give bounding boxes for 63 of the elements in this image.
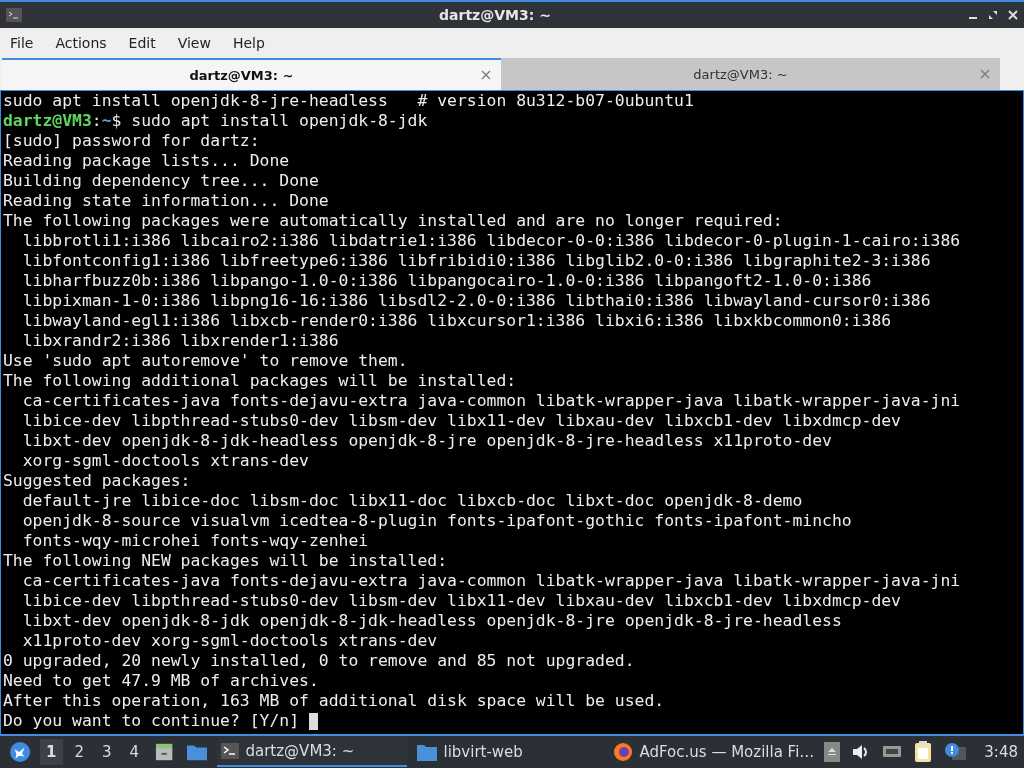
terminal-line: ca-certificates-java fonts-dejavu-extra java-common libatk-wrapper-java libatk-wrapper-java-jni	[21, 571, 962, 591]
terminal-line: [sudo] password for dartz:	[3, 131, 261, 151]
terminal-line: openjdk-8-source visualvm icedtea-8-plugin fonts-ipafont-gothic fonts-ipafont-mincho	[21, 511, 853, 531]
terminal-line: Reading package lists... Done	[3, 151, 291, 171]
terminal-line: libharfbuzz0b:i386 libpango-1.0-0:i386 libpangocairo-1.0-0:i386 libpangoft2-1.0-0:i386	[21, 271, 873, 291]
folder-icon	[417, 743, 438, 761]
terminal-line: libxt-dev openjdk-8-jdk-headless openjdk-8-jre openjdk-8-jre-headless x11proto-dev	[21, 431, 833, 451]
terminal-line: After this operation, 163 MB of additional disk space will be used.	[3, 691, 666, 711]
terminal-line: libice-dev libpthread-stubs0-dev libsm-dev libx11-dev libxau-dev libxcb1-dev libxdmcp-dev	[21, 591, 902, 611]
terminal-line: ca-certificates-java fonts-dejavu-extra java-common libatk-wrapper-java libatk-wrapper-java-jni	[21, 391, 962, 411]
terminal-line: The following packages were automatically installed and are no longer required:	[3, 211, 784, 231]
terminal-line: x11proto-dev xorg-sgml-doctools xtrans-dev	[21, 631, 439, 651]
folder-icon[interactable]	[187, 743, 208, 761]
window-title: dartz@VM3: ~	[438, 7, 552, 23]
maximize-icon[interactable]	[988, 10, 998, 20]
tab[interactable]: dartz@VM3: ~	[501, 58, 1000, 90]
terminal-area[interactable]	[0, 90, 1024, 735]
terminal-icon	[6, 8, 22, 22]
workspace-button[interactable]: 4	[123, 739, 146, 765]
workspace-button[interactable]: 3	[96, 739, 118, 765]
terminal-line: The following NEW packages will be installed:	[3, 551, 449, 571]
notification-icon[interactable]	[944, 743, 967, 761]
clipboard-icon[interactable]	[914, 741, 933, 763]
terminal-line: Suggested packages:	[3, 471, 192, 491]
terminal-line: The following additional packages will be installed:	[3, 371, 518, 391]
taskbar-button[interactable]: AdFoc.us — Mozilla Fi…	[609, 737, 819, 767]
terminal-line: Need to get 47.9 MB of archives.	[3, 671, 320, 691]
text-cursor	[308, 712, 318, 730]
terminal-line: libxt-dev openjdk-8-jdk openjdk-8-jdk-headless openjdk-8-jre openjdk-8-jre-headless	[21, 611, 843, 631]
menu-item[interactable]: File	[4, 35, 40, 51]
terminal-line: fonts-wqy-microhei fonts-wqy-zenhei	[21, 531, 370, 551]
terminal-icon	[221, 743, 240, 759]
menu-item[interactable]: Edit	[122, 35, 162, 51]
terminal-line: libpixman-1-0:i386 libpng16-16:i386 libsdl2-2.0-0:i386 libthai0:i386 libwayland-cursor0:i386	[21, 291, 932, 311]
terminal-line: dartz@VM3:~$ sudo apt install openjdk-8-jdk	[3, 111, 429, 131]
terminal-line: libice-dev libpthread-stubs0-dev libsm-dev libx11-dev libxau-dev libxcb1-dev libxdmcp-dev	[21, 411, 902, 431]
terminal-line: default-jre libice-doc libsm-doc libx11-doc libxcb-doc libxt-doc openjdk-8-demo	[21, 491, 804, 511]
start-menu-icon[interactable]	[10, 741, 31, 763]
terminal-line: 0 upgraded, 20 newly installed, 0 to remove and 85 not upgraded.	[3, 651, 636, 671]
taskbar-button[interactable]: libvirt-web	[413, 737, 604, 767]
terminal-line: Reading state information... Done	[3, 191, 330, 211]
file-cabinet-icon[interactable]	[155, 742, 174, 762]
clock[interactable]: 3:48	[984, 743, 1018, 761]
terminal-line: Do you want to continue? [Y/n]	[3, 711, 301, 731]
terminal-line: Use 'sudo apt autoremove' to remove them.	[3, 351, 409, 371]
close-icon[interactable]	[481, 70, 491, 80]
terminal-line: libbrotli1:i386 libcairo2:i386 libdatrie1:i386 libdecor-0-0:i386 libdecor-0-plugin-1-cairo:i386	[21, 231, 962, 251]
browser-icon	[613, 742, 634, 762]
network-icon[interactable]	[882, 744, 903, 760]
terminal-line: libfontconfig1:i386 libfreetype6:i386 libfribidi0:i386 libglib2.0-0:i386 libgraphite2-3:i386	[21, 251, 932, 271]
terminal-line: libwayland-egl1:i386 libxcb-render0:i386 libxcursor1:i386 libxi6:i386 libxkbcommon0:i386	[21, 311, 893, 331]
eject-icon[interactable]	[824, 742, 841, 762]
terminal-line: sudo apt install openjdk-8-jre-headless # version 8u312-b07-0ubuntu1	[3, 91, 695, 111]
workspace-button[interactable]: 2	[68, 739, 91, 765]
terminal-line: Building dependency tree... Done	[3, 171, 320, 191]
tab[interactable]: dartz@VM3: ~	[2, 58, 501, 90]
menu-item[interactable]: View	[171, 35, 217, 51]
menu-item[interactable]: Actions	[49, 35, 113, 51]
taskbar-button[interactable]: dartz@VM3: ~	[217, 737, 408, 767]
menu-item[interactable]: Help	[226, 35, 271, 51]
terminal-line: xorg-sgml-doctools xtrans-dev	[21, 451, 310, 471]
terminal-line: libxrandr2:i386 libxrender1:i386	[21, 331, 340, 351]
workspace-button[interactable]: 1	[40, 739, 63, 765]
